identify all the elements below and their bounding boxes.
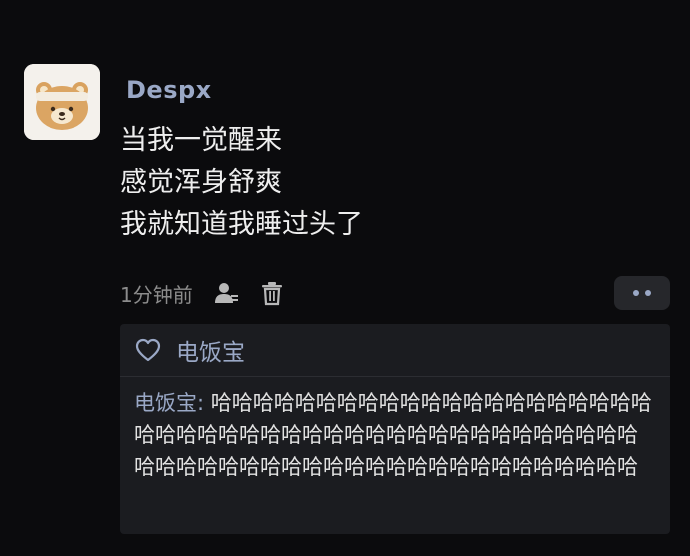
trash-icon[interactable]: [259, 280, 285, 306]
comment-separator: :: [197, 391, 211, 415]
comment-text: 哈哈哈哈哈哈哈哈哈哈哈哈哈哈哈哈哈哈哈哈哈哈哈哈哈哈哈哈哈哈哈哈哈哈哈哈哈哈哈哈…: [134, 391, 652, 479]
post-line-3: 我就知道我睡过头了: [120, 209, 363, 240]
user-icon[interactable]: [213, 280, 239, 306]
post-line-1: 当我一觉醒来: [120, 125, 282, 156]
liker-name[interactable]: 电饭宝: [176, 333, 245, 367]
post-body: 当我一觉醒来 感觉浑身舒爽 我就知道我睡过头了: [120, 120, 660, 246]
more-dots-icon: [633, 290, 651, 296]
bear-avatar-image: [24, 64, 100, 140]
post-username[interactable]: Despx: [126, 76, 212, 104]
post-timestamp: 1分钟前: [120, 282, 193, 307]
comment-author[interactable]: 电饭宝: [134, 391, 197, 415]
post-meta: 1分钟前: [120, 276, 285, 310]
avatar[interactable]: [24, 64, 100, 140]
likes-row: 电饭宝: [120, 324, 670, 377]
interaction-box: 电饭宝 电饭宝: 哈哈哈哈哈哈哈哈哈哈哈哈哈哈哈哈哈哈哈哈哈哈哈哈哈哈哈哈哈哈哈…: [120, 324, 670, 534]
more-options-button[interactable]: [614, 276, 670, 310]
heart-icon[interactable]: [134, 336, 162, 364]
post-line-2: 感觉浑身舒爽: [120, 167, 282, 198]
comment: 电饭宝: 哈哈哈哈哈哈哈哈哈哈哈哈哈哈哈哈哈哈哈哈哈哈哈哈哈哈哈哈哈哈哈哈哈哈哈…: [120, 377, 670, 483]
